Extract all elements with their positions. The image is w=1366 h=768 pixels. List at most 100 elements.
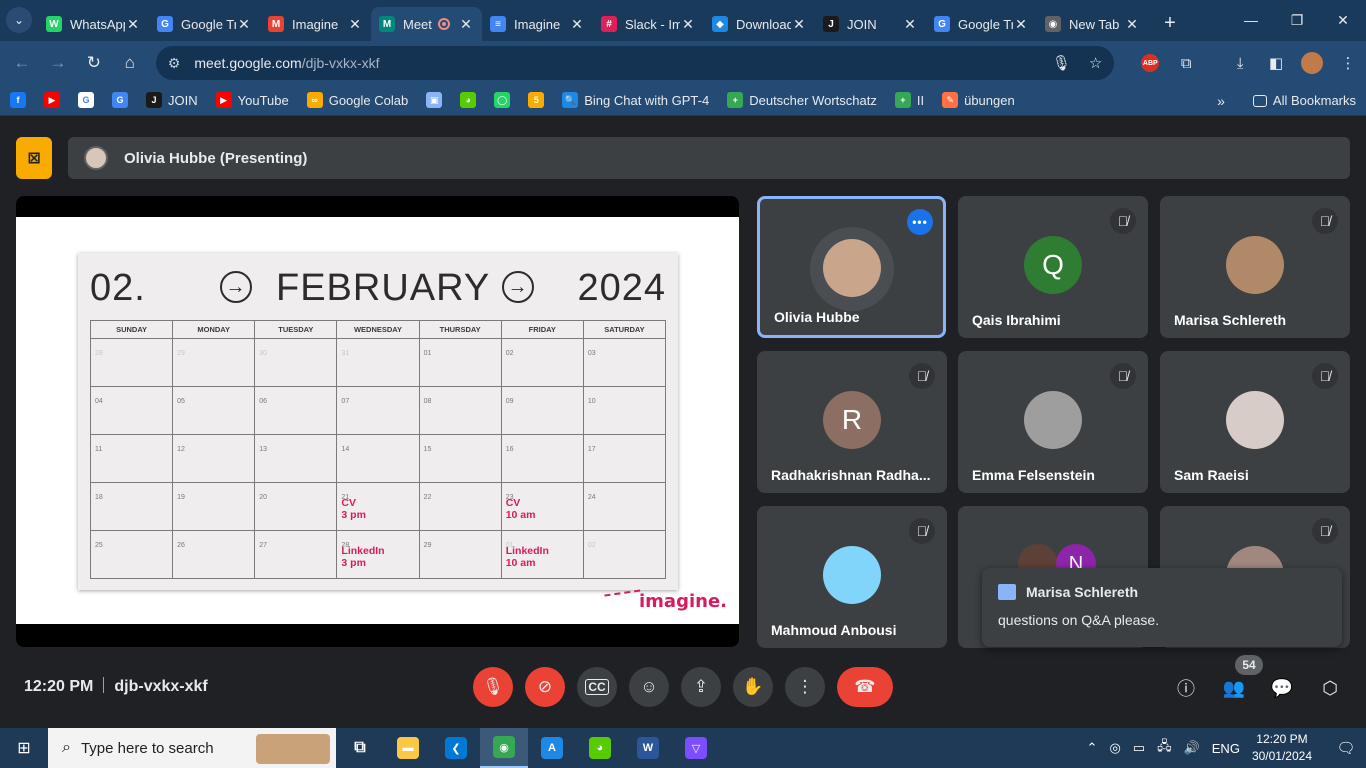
taskbar-app-button[interactable]: ▽	[672, 728, 720, 768]
taskbar-search[interactable]: ⌕ Type here to search	[48, 728, 336, 768]
taskbar-app-button[interactable]: ◕	[576, 728, 624, 768]
close-tab-icon[interactable]: ✕	[1124, 16, 1140, 33]
bookmark-item[interactable]: ✎ übungen	[942, 92, 1015, 108]
microphone-toggle-button[interactable]: 🎙	[473, 667, 513, 707]
bookmark-item[interactable]: ▣	[426, 92, 448, 108]
network-icon[interactable]: 🖧	[1157, 737, 1172, 759]
close-tab-icon[interactable]: ✕	[458, 16, 474, 33]
bookmark-favicon-icon: 🔍	[562, 92, 579, 108]
adblock-extension-button[interactable]: ABP	[1132, 45, 1168, 81]
taskbar-app-button[interactable]: ❮	[432, 728, 480, 768]
more-options-button[interactable]: ⋮	[785, 667, 825, 707]
extensions-button[interactable]: ⧉	[1168, 45, 1204, 81]
meeting-details-button[interactable]: ⓘ	[1172, 674, 1200, 702]
taskbar-app-button[interactable]: ◉	[480, 728, 528, 768]
minimize-button[interactable]: —	[1228, 0, 1274, 40]
day-number: 10	[587, 398, 596, 405]
all-bookmarks-button[interactable]: All Bookmarks	[1252, 93, 1356, 108]
chat-button[interactable]: 💬	[1268, 674, 1296, 702]
taskbar-app-button[interactable]: ⧉	[336, 728, 384, 768]
browser-tab[interactable]: ◉ New Tab ✕	[1037, 7, 1148, 41]
taskbar-app-button[interactable]: ▬	[384, 728, 432, 768]
participant-tile[interactable]: ••• Olivia Hubbe	[757, 196, 946, 338]
close-tab-icon[interactable]: ✕	[569, 16, 585, 33]
people-button[interactable]: 👥	[1220, 674, 1248, 702]
browser-tab[interactable]: G Google Translate✕	[926, 7, 1037, 41]
home-button[interactable]: ⌂	[112, 45, 148, 81]
bookmark-star-icon[interactable]: ☆	[1089, 54, 1102, 72]
tab-search-button[interactable]: ⌄	[6, 7, 32, 33]
participant-tile[interactable]: R 🎙̸ Radhakrishnan Radha...	[757, 351, 947, 493]
chevron-up-icon[interactable]: ⌃	[1087, 740, 1098, 756]
camera-toggle-button[interactable]: ⊘	[525, 667, 565, 707]
participant-tile[interactable]: 🎙̸ Sam Raeisi	[1160, 351, 1350, 493]
browser-tab[interactable]: G Google Translate✕	[149, 7, 260, 41]
present-screen-button[interactable]: ⇪	[681, 667, 721, 707]
taskbar-clock[interactable]: 12:20 PM 30/01/2024	[1252, 731, 1312, 765]
power-icon[interactable]: ▭	[1133, 740, 1145, 756]
downloads-button[interactable]: ⤓	[1222, 45, 1258, 81]
close-tab-icon[interactable]: ✕	[347, 16, 363, 33]
close-window-button[interactable]: ✕	[1320, 0, 1366, 40]
activities-button[interactable]: ⬡	[1316, 674, 1344, 702]
side-panel-button[interactable]: ◧	[1258, 45, 1294, 81]
forward-button[interactable]: →	[40, 45, 76, 81]
reactions-button[interactable]: ☺	[629, 667, 669, 707]
bookmark-item[interactable]: ▶	[44, 92, 66, 108]
bookmark-item[interactable]: + II	[894, 92, 924, 108]
back-button[interactable]: ←	[4, 45, 40, 81]
close-tab-icon[interactable]: ✕	[791, 16, 807, 33]
language-indicator[interactable]: ENG	[1212, 741, 1240, 756]
close-tab-icon[interactable]: ✕	[902, 16, 918, 33]
bookmark-item[interactable]: ∞ Google Colab	[306, 92, 408, 108]
participant-tile[interactable]: 🎙̸ Mahmoud Anbousi	[757, 506, 947, 648]
bookmark-item[interactable]: G	[78, 92, 100, 108]
participant-tile[interactable]: 🎙̸ Emma Felsenstein	[958, 351, 1148, 493]
reload-button[interactable]: ↻	[76, 45, 112, 81]
site-info-icon[interactable]: ⚙	[168, 55, 181, 72]
close-tab-icon[interactable]: ✕	[236, 16, 252, 33]
bookmark-item[interactable]: G	[112, 92, 134, 108]
taskbar-app-button[interactable]: W	[624, 728, 672, 768]
browser-tab[interactable]: ≡ Imagine ✕	[482, 7, 593, 41]
maximize-button[interactable]: ❐	[1274, 0, 1320, 40]
browser-tab[interactable]: W WhatsApp ✕	[38, 7, 149, 41]
browser-tab[interactable]: J JOIN ✕	[815, 7, 926, 41]
bookmark-item[interactable]: 5	[528, 92, 550, 108]
raise-hand-button[interactable]: ✋	[733, 667, 773, 707]
browser-tab[interactable]: M Imagine ✕	[260, 7, 371, 41]
day-number: 04	[95, 398, 103, 405]
taskbar-app-button[interactable]: A	[528, 728, 576, 768]
close-tab-icon[interactable]: ✕	[680, 16, 696, 33]
menu-button[interactable]: ⋮	[1330, 45, 1366, 81]
volume-icon[interactable]: 🔊	[1184, 740, 1200, 756]
leave-call-button[interactable]: ☎	[837, 667, 893, 707]
side-panel-icon: ◧	[1269, 55, 1284, 72]
new-tab-button[interactable]: +	[1156, 9, 1184, 37]
close-tab-icon[interactable]: ✕	[125, 16, 141, 33]
bookmark-item[interactable]: 🔍 Bing Chat with GPT-4	[562, 92, 709, 108]
chat-notification[interactable]: Marisa Schlereth questions on Q&A please…	[982, 568, 1342, 647]
microphone-icon[interactable]: 🎙	[1052, 54, 1071, 72]
bookmark-item[interactable]: ◕	[460, 92, 482, 108]
bookmark-item[interactable]: f	[10, 92, 32, 108]
participant-tile[interactable]: 🎙̸ Marisa Schlereth	[1160, 196, 1350, 338]
browser-tab[interactable]: M Meet ✕	[371, 7, 482, 41]
bookmark-item[interactable]: J JOIN	[146, 92, 198, 108]
address-bar[interactable]: ⚙ meet.google.com/djb-vxkx-xkf 🎙 ☆	[155, 46, 1115, 80]
close-tab-icon[interactable]: ✕	[1013, 16, 1029, 33]
bookmark-item[interactable]: ▶ YouTube	[215, 92, 289, 108]
more-bookmarks-icon[interactable]: »	[1217, 93, 1225, 109]
stop-presenting-icon[interactable]: ⊠	[16, 137, 52, 179]
browser-tab[interactable]: # Slack - Imagine✕	[593, 7, 704, 41]
browser-tab[interactable]: ◆ Download ✕	[704, 7, 815, 41]
captions-button[interactable]: CC	[577, 667, 617, 707]
participant-tile[interactable]: Q 🎙̸ Qais Ibrahimi	[958, 196, 1148, 338]
bookmark-item[interactable]: + Deutscher Wortschatz	[727, 92, 877, 108]
start-button[interactable]: ⊞	[0, 728, 48, 768]
windows-icon: ⊞	[17, 740, 31, 757]
bookmark-item[interactable]: ◯	[494, 92, 516, 108]
profile-button[interactable]	[1294, 45, 1330, 81]
notifications-icon[interactable]: 🗨	[1326, 739, 1366, 757]
meet-tray-icon[interactable]: ◎	[1109, 740, 1120, 756]
